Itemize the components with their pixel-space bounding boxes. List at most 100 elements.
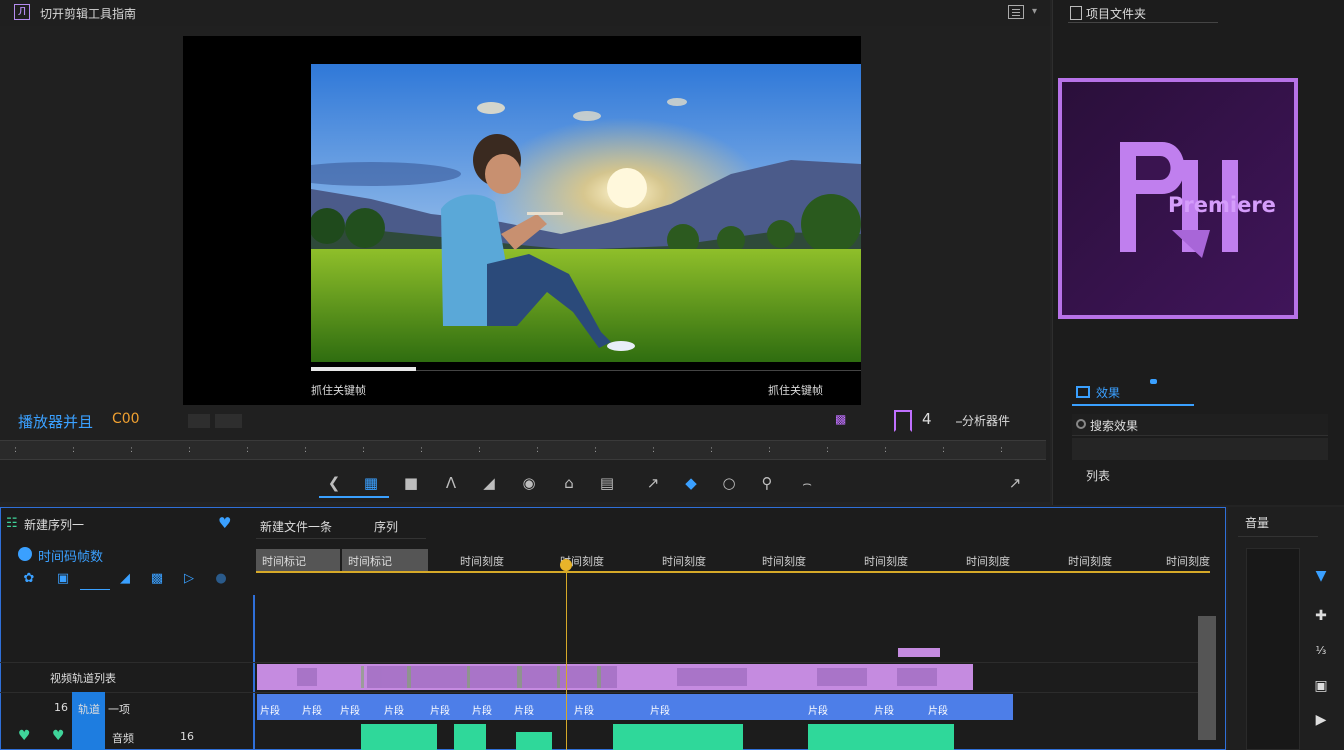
playhead[interactable] <box>566 566 567 750</box>
track-a1-number: 16 <box>180 730 194 743</box>
audio-meter <box>1246 548 1300 750</box>
playhead-handle[interactable] <box>560 559 572 571</box>
fraction-icon[interactable]: ⅓ <box>1312 644 1330 662</box>
camera-icon[interactable]: ◉ <box>518 472 540 494</box>
export-icon[interactable]: ▣ <box>1312 678 1330 696</box>
overlay-progress-bar[interactable] <box>311 367 416 371</box>
ruler-tick: : <box>942 445 946 455</box>
project-panel-title[interactable]: 项目文件夹 <box>1086 5 1146 22</box>
ruler-tick: : <box>246 445 250 455</box>
video-clip-v2[interactable] <box>257 664 973 690</box>
razor-icon[interactable]: Λ <box>440 472 462 494</box>
overlay-caption-right: 抓住关键帧 <box>768 384 823 397</box>
range-marker-2[interactable]: 时间标记 <box>342 549 428 571</box>
track-mute-icon[interactable]: ♥ <box>52 728 65 744</box>
track-lock-icon[interactable]: ♥ <box>18 728 31 744</box>
effects-list-label[interactable]: 列表 <box>1086 467 1110 484</box>
audio-meters-title[interactable]: 音量 <box>1245 514 1269 531</box>
clip-label: 片段 <box>384 706 404 717</box>
ruler-tick: 时间刻度 <box>762 555 806 568</box>
quality-select[interactable] <box>188 414 210 428</box>
play-icon[interactable]: ◆ <box>680 472 702 494</box>
track-v1-name[interactable]: 轨道 <box>78 701 100 717</box>
ruler-tick: 时间刻度 <box>1166 555 1210 568</box>
ruler-tick: 时间刻度 <box>460 555 504 568</box>
mark-out-icon[interactable]: ▦ <box>360 472 382 494</box>
lift-icon[interactable]: ◢ <box>478 472 500 494</box>
panel-menu-icon[interactable] <box>1008 5 1024 19</box>
clip-label: 片段 <box>472 706 492 717</box>
video-preview-image[interactable] <box>311 64 861 362</box>
clip-label: 片段 <box>928 706 948 717</box>
add-icon[interactable]: ✚ <box>1312 608 1330 626</box>
ruler-tick: : <box>710 445 714 455</box>
window-title: 切开剪辑工具指南 <box>40 7 137 21</box>
export-icon[interactable] <box>894 410 912 432</box>
marker-icon[interactable]: ◢ <box>116 571 134 587</box>
resolution-select[interactable] <box>215 414 242 428</box>
settings-icon[interactable]: ▩ <box>148 571 166 587</box>
ruler-tick: : <box>478 445 482 455</box>
video-clip-v1[interactable] <box>257 694 1013 720</box>
more-icon[interactable]: ⌢ <box>796 472 818 494</box>
audio-clip[interactable] <box>361 724 437 750</box>
ruler-tick: : <box>362 445 366 455</box>
settings-button[interactable]: ⎯分析器件 <box>956 412 1010 429</box>
wrench-icon[interactable]: ↗ <box>1004 472 1026 494</box>
wrench-count[interactable]: 4 <box>922 410 932 428</box>
effects-search-label: 搜索效果 <box>1090 419 1139 433</box>
track-v2-label[interactable]: 视频轨道列表 <box>50 670 116 686</box>
monitor-ruler[interactable]: :::::::::::::::::: <box>0 440 1046 460</box>
loop-icon[interactable]: ○ <box>718 472 740 494</box>
overflow-icon[interactable]: ● <box>212 571 230 587</box>
timeline-timecode[interactable]: 时间码帧数 <box>38 546 103 565</box>
audio-clip[interactable] <box>516 732 552 750</box>
heart-icon[interactable]: ♥ <box>218 514 231 532</box>
sequence-icon: ☷ <box>6 516 18 531</box>
playhead-timecode[interactable]: 播放器并且 <box>18 411 93 432</box>
ruler-tick: : <box>14 445 18 455</box>
audio-clip[interactable] <box>454 724 486 750</box>
video-clip-small[interactable] <box>898 648 940 657</box>
clip-label: 片段 <box>302 706 322 717</box>
clip-label: 片段 <box>574 706 594 717</box>
audio-clip[interactable] <box>613 724 743 750</box>
ruler-tick: : <box>652 445 656 455</box>
tab-sequence-2[interactable]: 序列 <box>374 518 398 535</box>
home-icon[interactable]: ⌂ <box>558 472 580 494</box>
ruler-tick: : <box>536 445 540 455</box>
linked-selection-icon[interactable]: ▣ <box>54 571 72 587</box>
more-menu-icon[interactable]: ▾ <box>1032 6 1037 17</box>
tab-badge <box>1150 379 1157 384</box>
mark-icon[interactable]: ▼ <box>1312 568 1330 586</box>
mark-in-icon[interactable]: ❮ <box>323 472 345 494</box>
pen-icon[interactable]: ↗ <box>642 472 664 494</box>
range-marker-1[interactable]: 时间标记 <box>256 549 340 571</box>
tab-underline-active <box>1072 404 1194 406</box>
tab-effects[interactable]: 效果 <box>1096 384 1120 401</box>
search-icon[interactable]: ⚲ <box>756 472 778 494</box>
premiere-small-icon: Л <box>14 4 30 20</box>
ruler-tick: : <box>420 445 424 455</box>
track-v1-number: 16 <box>54 701 68 714</box>
step-back-icon[interactable]: ■ <box>400 472 422 494</box>
work-area-bar[interactable] <box>256 571 1210 573</box>
clip-label: 片段 <box>808 706 828 717</box>
ruler-tick: : <box>884 445 888 455</box>
track-a1-name[interactable]: 音频 <box>112 730 134 746</box>
clip-label: 片段 <box>430 706 450 717</box>
audio-clip[interactable] <box>808 724 954 750</box>
search-icon <box>1076 419 1086 429</box>
sequence-name[interactable]: 新建序列一 <box>24 516 84 533</box>
caption-icon[interactable]: ▷ <box>180 571 198 587</box>
effects-filter-field[interactable] <box>1072 438 1328 460</box>
film-icon[interactable]: ▤ <box>596 472 618 494</box>
snap-icon[interactable]: ✿ <box>20 571 38 587</box>
ruler-tick: : <box>304 445 308 455</box>
fit-zoom-select[interactable]: C00 <box>112 411 140 427</box>
fraction-icon[interactable]: ▩ <box>835 412 853 426</box>
tab-sequence-1[interactable]: 新建文件一条 <box>260 518 332 535</box>
play-icon[interactable]: ▶ <box>1312 712 1330 730</box>
timeline-scrollbar[interactable] <box>1198 616 1216 740</box>
title-bar <box>0 0 1050 26</box>
